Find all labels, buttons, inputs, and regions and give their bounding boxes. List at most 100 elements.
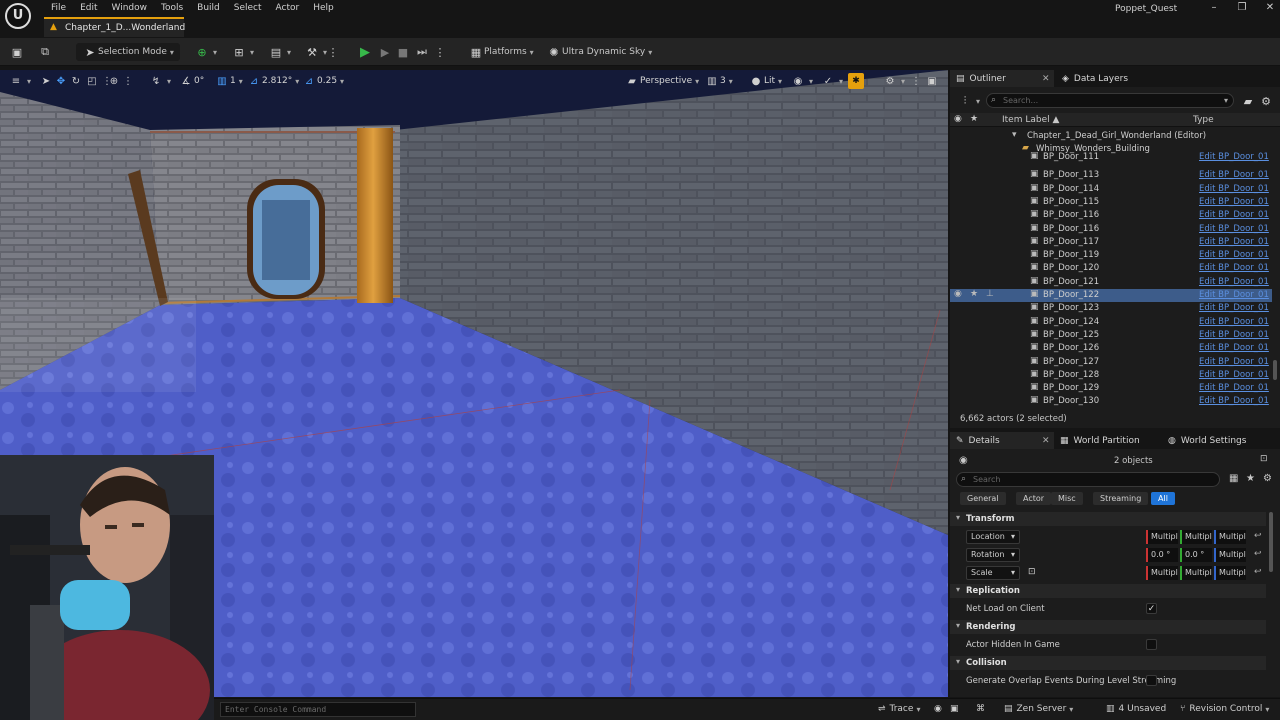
play-options-button[interactable]: ⋮: [432, 43, 448, 61]
outliner-search-input[interactable]: ⌕ Search... ▾: [986, 93, 1234, 108]
edit-blueprint-link[interactable]: Edit BP_Door_01: [1199, 317, 1269, 327]
menu-build[interactable]: Build: [190, 1, 227, 15]
collision-section[interactable]: ▾ Collision: [950, 656, 1266, 670]
outliner-row[interactable]: ▣ BP_Door_113 Edit BP_Door_01: [950, 169, 1272, 182]
outliner-row[interactable]: ▣ BP_Door_116 Edit BP_Door_01: [950, 223, 1272, 236]
viewport-more-button[interactable]: ⋮: [908, 73, 924, 89]
derived-data-button[interactable]: ⌘: [976, 704, 985, 714]
location-y-field[interactable]: Multipl: [1180, 530, 1212, 544]
filter-streaming[interactable]: Streaming: [1093, 492, 1149, 505]
edit-blueprint-link[interactable]: Edit BP_Door_01: [1199, 250, 1269, 260]
scale-z-field[interactable]: Multipl: [1214, 566, 1246, 580]
outliner-row[interactable]: ▣ BP_Door_128 Edit BP_Door_01: [950, 369, 1272, 382]
scrollbar-thumb[interactable]: [1269, 512, 1273, 572]
build-button[interactable]: ⚒ ▾: [304, 43, 327, 61]
show-flags-dropdown[interactable]: ◉ ▾: [790, 73, 813, 89]
scale-y-field[interactable]: Multipl: [1180, 566, 1212, 580]
unsaved-button[interactable]: ▥ 4 Unsaved: [1106, 704, 1166, 714]
edit-blueprint-link[interactable]: Edit BP_Door_01: [1199, 290, 1269, 300]
select-tool-button[interactable]: ➤: [38, 73, 54, 89]
edit-blueprint-link[interactable]: Edit BP_Door_01: [1199, 396, 1269, 406]
menu-file[interactable]: File: [44, 1, 73, 15]
minimize-button[interactable]: –: [1200, 0, 1228, 16]
location-x-field[interactable]: Multipl: [1146, 530, 1178, 544]
edit-blueprint-link[interactable]: Edit BP_Door_01: [1199, 184, 1269, 194]
outliner-row[interactable]: ▣ BP_Door_130 Edit BP_Door_01: [950, 395, 1272, 408]
blueprints-button[interactable]: ⊞ ▾: [231, 43, 254, 61]
viewport-settings-button[interactable]: ⚙ ▾: [882, 73, 906, 89]
rotation-snap-button[interactable]: ∡ 0°: [178, 73, 205, 89]
camera-speed-button[interactable]: ⊿ 0.25 ▾: [301, 73, 344, 89]
star-icon[interactable]: ★: [970, 289, 978, 299]
hidden-in-game-checkbox[interactable]: [1146, 639, 1157, 650]
close-icon[interactable]: ✕: [1042, 74, 1050, 84]
rendering-section[interactable]: ▾ Rendering: [950, 620, 1266, 634]
edit-blueprint-link[interactable]: Edit BP_Door_01: [1199, 357, 1269, 367]
close-window-button[interactable]: ✕: [1256, 0, 1280, 16]
details-search-input[interactable]: ⌕ Search: [956, 472, 1220, 487]
record-button[interactable]: ◉: [934, 704, 942, 714]
menu-tools[interactable]: Tools: [154, 1, 190, 15]
outliner-row[interactable]: ▣ BP_Door_120 Edit BP_Door_01: [950, 262, 1272, 275]
play-button[interactable]: ▶: [357, 43, 373, 61]
outliner-row[interactable]: ▣ BP_Door_125 Edit BP_Door_01: [950, 329, 1272, 342]
grid-snap-button[interactable]: ▥ 1 ▾: [214, 73, 242, 89]
outliner-row[interactable]: ▣ BP_Door_119 Edit BP_Door_01: [950, 249, 1272, 262]
outliner-row[interactable]: ▣ BP_Door_127 Edit BP_Door_01: [950, 356, 1272, 369]
outliner-row[interactable]: ▣ BP_Door_117 Edit BP_Door_01: [950, 236, 1272, 249]
lock-icon[interactable]: ⊡: [1260, 454, 1268, 464]
selection-mode-dropdown[interactable]: ➤ Selection Mode ▾: [76, 43, 180, 61]
edit-blueprint-link[interactable]: Edit BP_Door_01: [1199, 237, 1269, 247]
outliner-row[interactable]: ◉ ★ ⊥ ▣ BP_Door_122 Edit BP_Door_01: [950, 289, 1272, 302]
item-label-column[interactable]: Item Label ▲: [1002, 115, 1059, 125]
trace-dropdown[interactable]: ⇌ Trace ▾: [878, 704, 920, 714]
translate-tool-button[interactable]: ✥: [53, 73, 69, 89]
rotation-y-field[interactable]: 0.0 °: [1180, 548, 1212, 562]
surface-snap-button[interactable]: ↯ ▾: [148, 73, 171, 89]
rotation-x-field[interactable]: 0.0 °: [1146, 548, 1178, 562]
location-z-field[interactable]: Multipl: [1214, 530, 1246, 544]
filter-misc[interactable]: Misc: [1051, 492, 1083, 505]
outliner-row[interactable]: ▣ BP_Door_129 Edit BP_Door_01: [950, 382, 1272, 395]
outliner-scrollbar[interactable]: [1272, 128, 1278, 408]
view-count-dropdown[interactable]: ▥ 3 ▾: [704, 73, 732, 89]
ultra-dynamic-sky-dropdown[interactable]: ✺ Ultra Dynamic Sky ▾: [546, 43, 652, 61]
tab-outliner[interactable]: ▤ Outliner ✕: [950, 70, 1054, 87]
revision-control-button[interactable]: ⑂ Revision Control ▾: [1180, 704, 1269, 714]
edit-blueprint-link[interactable]: Edit BP_Door_01: [1199, 303, 1269, 313]
filter-actor[interactable]: Actor: [1016, 492, 1052, 505]
edit-blueprint-link[interactable]: Edit BP_Door_01: [1199, 224, 1269, 234]
type-column[interactable]: Type: [1193, 115, 1214, 125]
net-load-checkbox[interactable]: ✓: [1146, 603, 1157, 614]
save-button[interactable]: ▣: [9, 43, 25, 61]
star-column-icon[interactable]: ★: [970, 114, 978, 124]
tab-data-layers[interactable]: ◈ Data Layers: [1058, 70, 1128, 87]
zen-server-dropdown[interactable]: ▤ Zen Server ▾: [1004, 704, 1073, 714]
edit-blueprint-link[interactable]: Edit BP_Door_01: [1199, 210, 1269, 220]
toolbar-more-button[interactable]: ⋮: [325, 43, 341, 61]
platforms-dropdown[interactable]: ▦ Platforms ▾: [468, 43, 534, 61]
edit-blueprint-link[interactable]: Edit BP_Door_01: [1199, 277, 1269, 287]
outliner-row[interactable]: ▣ BP_Door_111 Edit BP_Door_01: [950, 151, 1272, 164]
restore-button[interactable]: ❐: [1228, 0, 1256, 16]
outliner-settings-button[interactable]: ⚙: [1258, 92, 1274, 110]
menu-select[interactable]: Select: [227, 1, 269, 15]
transform-options-button[interactable]: ⋮: [120, 73, 136, 89]
eject-button[interactable]: ⏭: [414, 43, 430, 61]
favorite-star-icon[interactable]: ★: [1246, 473, 1255, 484]
rotation-dropdown[interactable]: Rotation ▾: [966, 548, 1020, 562]
perspective-dropdown[interactable]: ▰ Perspective ▾: [624, 73, 699, 89]
content-browser-button[interactable]: ⧉: [37, 43, 53, 61]
menu-help[interactable]: Help: [306, 1, 341, 15]
edit-blueprint-link[interactable]: Edit BP_Door_01: [1199, 330, 1269, 340]
filter-all[interactable]: All: [1151, 492, 1175, 505]
scale-dropdown[interactable]: Scale ▾: [966, 566, 1020, 580]
details-scrollbar[interactable]: [1269, 512, 1274, 692]
scrollbar-thumb[interactable]: [1273, 360, 1277, 380]
screenshot-button[interactable]: ▣: [950, 704, 959, 714]
outliner-row[interactable]: ▣ BP_Door_126 Edit BP_Door_01: [950, 342, 1272, 355]
tab-world-settings[interactable]: ◍ World Settings: [1168, 432, 1246, 449]
tree-item-world[interactable]: ▾ Chapter_1_Dead_Girl_Wonderland (Editor…: [950, 130, 1272, 143]
edit-blueprint-link[interactable]: Edit BP_Door_01: [1199, 370, 1269, 380]
tab-world-partition[interactable]: ▦ World Partition: [1060, 432, 1140, 449]
